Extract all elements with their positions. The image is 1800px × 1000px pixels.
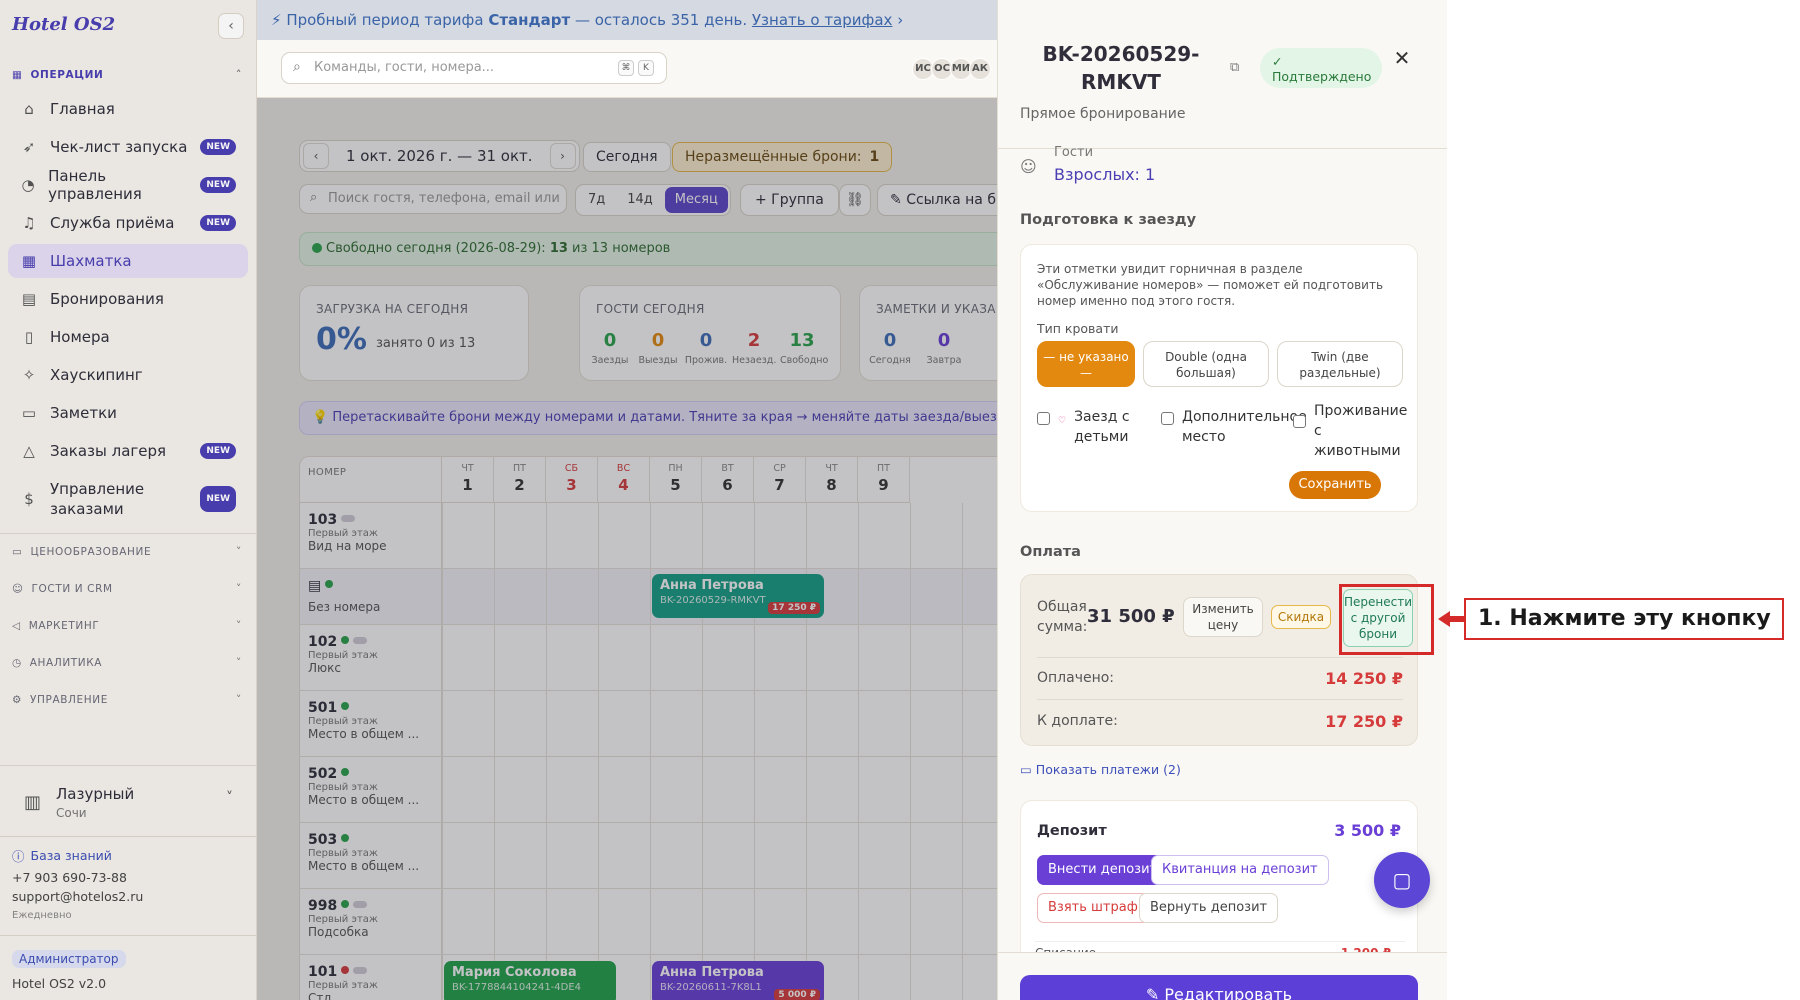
guests-value[interactable]: Взрослых: 1 [1054, 165, 1155, 184]
modal-backdrop-side [0, 0, 257, 1000]
show-payments-link[interactable]: ▭ Показать платежи (2) [1020, 762, 1181, 777]
paid-label: Оплачено: [1037, 670, 1115, 686]
avatar[interactable]: АК [969, 58, 991, 80]
divider [1037, 699, 1403, 700]
guests-label: Гости [1054, 145, 1094, 160]
save-prep-button[interactable]: Сохранить [1289, 471, 1381, 499]
arrow-left-icon [1438, 611, 1464, 627]
children-checkbox[interactable]: ♡ Заезд с детьми [1037, 407, 1149, 447]
total-label: Общая сумма: [1037, 599, 1088, 635]
status-badge: ✓ Подтверждено [1260, 48, 1382, 88]
payment-section-title: Оплата [1020, 544, 1081, 560]
due-label: К доплате: [1037, 713, 1118, 729]
deposit-value: 3 500 ₽ [1334, 821, 1401, 840]
change-price-button[interactable]: Изменить цену [1183, 597, 1263, 637]
command-search-input[interactable]: ⌕ Команды, гости, номера... ⌘ K [281, 52, 667, 84]
checkbox-label: Заезд с детьми [1074, 409, 1130, 445]
due-value: 17 250 ₽ [1325, 712, 1403, 731]
app-window: Hotel OS2 ‹ ▦ ОПЕРАЦИИ ˄ ⌂ Главная ➶ Чек… [0, 0, 1447, 1000]
checkbox-label: Проживание с животными [1314, 403, 1408, 459]
return-deposit-button[interactable]: Вернуть депозит [1139, 893, 1279, 923]
edit-label: Редактировать [1164, 985, 1293, 1000]
kbd-cmd: ⌘ [618, 60, 634, 76]
pets-checkbox[interactable]: Проживание с животными [1293, 401, 1411, 461]
bed-option-double[interactable]: Double (одна большая) [1143, 341, 1269, 387]
users-icon: ☺ [1020, 157, 1037, 176]
booking-code: BK-20260529-RMKVT [1042, 42, 1200, 94]
highlight-box [1339, 584, 1434, 655]
drawer-footer: ✎ Редактировать [998, 952, 1447, 1000]
due-row: К доплате: 17 250 ₽ [1037, 712, 1403, 731]
bed-option-twin[interactable]: Twin (две раздельные) [1277, 341, 1403, 387]
online-users: ИС ОС МИ АК [912, 58, 991, 80]
heart-icon: ♡ [1058, 416, 1067, 426]
take-fine-button[interactable]: Взять штраф [1037, 893, 1149, 923]
show-payments-label: Показать платежи (2) [1035, 762, 1181, 777]
checkbox-label: Дополнительное место [1182, 409, 1307, 445]
instruction-callout: 1. Нажмите эту кнопку [1464, 598, 1784, 640]
checkbox[interactable] [1037, 412, 1050, 425]
divider [1037, 657, 1403, 658]
status-label: Подтверждено [1272, 69, 1372, 84]
chat-icon[interactable]: ▢ [1374, 852, 1430, 908]
deposit-title: Депозит [1037, 823, 1107, 839]
close-icon[interactable]: ✕ [1390, 46, 1414, 70]
edit-icon: ✎ [1145, 985, 1160, 1000]
add-deposit-button[interactable]: Внести депозит [1037, 855, 1169, 885]
checkbox[interactable] [1161, 412, 1174, 425]
search-icon: ⌕ [293, 59, 301, 75]
deposit-receipt-button[interactable]: Квитанция на депозит [1151, 855, 1329, 885]
bed-option-none[interactable]: — не указано — [1037, 341, 1135, 387]
paid-row: Оплачено: 14 250 ₽ [1037, 669, 1403, 688]
bed-type-label: Тип кровати [1037, 321, 1119, 336]
card-icon: ▭ [1020, 762, 1032, 777]
booking-drawer: BK-20260529-RMKVT ⧉ ✓ Подтверждено ✕ Пря… [997, 0, 1447, 1000]
booking-source: Прямое бронирование [1020, 106, 1186, 122]
check-circle-icon: ✓ [1272, 54, 1283, 69]
checkbox[interactable] [1293, 415, 1306, 428]
extra-bed-checkbox[interactable]: Дополнительное место [1161, 407, 1307, 447]
discount-button[interactable]: Скидка [1271, 605, 1331, 629]
paid-value: 14 250 ₽ [1325, 669, 1403, 688]
prep-section-title: Подготовка к заезду [1020, 212, 1197, 228]
prep-card: Эти отметки увидит горничная в разделе «… [1020, 244, 1418, 512]
kbd-k: K [638, 60, 654, 76]
copy-icon[interactable]: ⧉ [1230, 60, 1239, 75]
search-placeholder: Команды, гости, номера... [314, 60, 495, 75]
edit-booking-button[interactable]: ✎ Редактировать [1020, 975, 1418, 1000]
total-value: 31 500 ₽ [1087, 606, 1175, 627]
prep-note: Эти отметки увидит горничная в разделе «… [1037, 262, 1384, 308]
